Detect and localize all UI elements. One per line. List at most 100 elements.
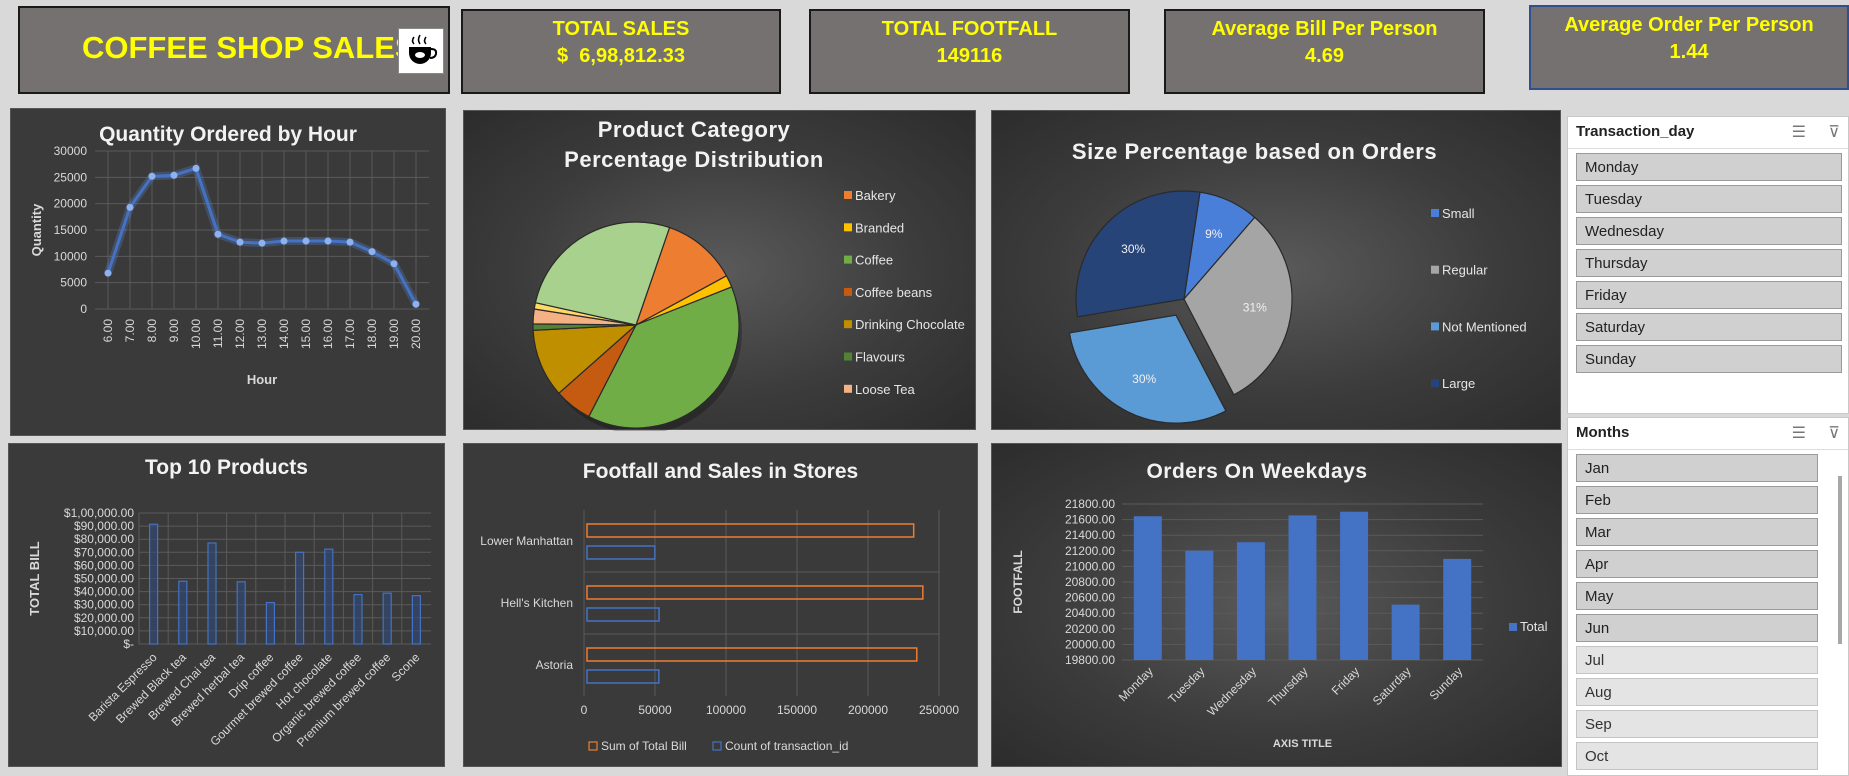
bar: [586, 523, 915, 538]
slicer-item[interactable]: Jan: [1576, 454, 1818, 482]
slicer-item[interactable]: Monday: [1576, 153, 1842, 181]
bar: [353, 594, 363, 645]
legend-swatch: [844, 320, 852, 329]
clear-filter-icon[interactable]: ⊽: [1828, 423, 1840, 443]
dashboard-title: COFFEE SHOP SALES: [82, 30, 416, 65]
legend-label: Regular: [1442, 263, 1488, 278]
slicer-item[interactable]: Mar: [1576, 518, 1818, 546]
chart-top-products[interactable]: Top 10 Products $- $10,000.00 $20,000.00 $3…: [8, 443, 445, 767]
slicer-scrollbar[interactable]: [1838, 476, 1842, 644]
x-tick-label: Saturday: [1370, 664, 1414, 708]
legend-swatch: [1431, 322, 1439, 331]
x-tick-label: Wednesday: [1204, 664, 1259, 719]
kpi-label: Average Order Per Person: [1564, 14, 1814, 36]
bar-chart-svg: 19800.00 20000.0020200.00 20400.0020600.00…: [1011, 497, 1548, 750]
y-tick-label: Astoria: [536, 658, 574, 672]
y-tick-label: 30000: [54, 144, 88, 158]
y-tick-label: 15000: [54, 223, 88, 237]
bar: [1185, 550, 1214, 660]
chart-footfall-sales-stores[interactable]: Footfall and Sales in Stores 0 50000 10000…: [463, 443, 978, 767]
slicer-item[interactable]: May: [1576, 582, 1818, 610]
y-tick-label: 10000: [54, 249, 88, 263]
y-tick-label: 5000: [60, 276, 87, 290]
chart-size-percentage[interactable]: Size Percentage based on Orders 9% 31% 30%…: [991, 110, 1561, 430]
slicer-item[interactable]: Friday: [1576, 281, 1842, 309]
y-tick-label: 20000.00: [1065, 637, 1115, 651]
slicer-item[interactable]: Sunday: [1576, 345, 1842, 373]
legend-swatch: [1431, 209, 1439, 217]
bar: [149, 523, 159, 645]
legend-label: Flavours: [855, 350, 905, 365]
legend-swatch: [588, 741, 598, 751]
legend-swatch: [844, 287, 852, 296]
legend-label: Bakery: [855, 188, 896, 203]
multi-select-icon[interactable]: ☰: [1792, 423, 1806, 443]
slicer-item[interactable]: Thursday: [1576, 249, 1842, 277]
slicer-item[interactable]: Oct: [1576, 742, 1818, 770]
data-point: [368, 248, 376, 256]
legend-label: Branded: [855, 220, 904, 235]
x-tick-label: 17.00: [343, 319, 357, 349]
x-tick-label: 12.00: [233, 319, 247, 349]
y-tick-label: 0: [80, 302, 87, 316]
y-tick-label: $30,000.00: [74, 598, 134, 612]
x-axis-label: AXIS TITLE: [1273, 738, 1332, 750]
kpi-label: TOTAL SALES: [552, 18, 690, 40]
kpi-label: Average Bill Per Person: [1211, 18, 1438, 40]
x-tick-label: 13.00: [255, 319, 269, 349]
data-label: 31%: [1243, 300, 1267, 314]
data-point: [412, 300, 420, 308]
data-point: [390, 260, 398, 268]
data-label: 30%: [1121, 242, 1145, 256]
data-point: [302, 237, 310, 245]
y-tick-label: 21600.00: [1065, 513, 1115, 527]
clear-filter-icon[interactable]: ⊽: [1828, 122, 1840, 142]
bar-chart-svg: $-$10,000.00$20,000.00$30,000.00$40,000.…: [27, 506, 431, 750]
slicer-item[interactable]: Jul: [1576, 646, 1818, 674]
slicer-item[interactable]: Tuesday: [1576, 185, 1842, 213]
y-axis-label: FOOTFALL: [1011, 550, 1025, 613]
slicer-items: Monday Tuesday Wednesday Thursday Friday Satu…: [1568, 153, 1848, 373]
slicer-header: Months ☰ ⊽: [1568, 418, 1848, 450]
x-tick-label: 6.00: [101, 319, 115, 343]
slicer-item[interactable]: Jun: [1576, 614, 1818, 642]
legend-swatch: [1431, 265, 1439, 274]
slicer-item[interactable]: Wednesday: [1576, 217, 1842, 245]
y-tick-label: $1,00,000.00: [64, 506, 134, 520]
legend-label: Coffee beans: [855, 285, 933, 300]
y-axis-label: TOTAL BILL: [27, 541, 42, 615]
slicer-item[interactable]: Aug: [1576, 678, 1818, 706]
slicer-item[interactable]: Feb: [1576, 486, 1818, 514]
x-tick-label: Friday: [1329, 664, 1362, 697]
y-tick-label: $20,000.00: [74, 611, 134, 625]
y-tick-label: 21200.00: [1065, 544, 1115, 558]
y-tick-label: 20000: [54, 197, 88, 211]
chart-quantity-by-hour[interactable]: Quantity Ordered by Hour 0 5000 10000 15000…: [10, 108, 446, 436]
y-tick-label: $50,000.00: [74, 572, 134, 586]
slicer-item[interactable]: Saturday: [1576, 313, 1842, 341]
x-tick-label: 8.00: [145, 319, 159, 343]
data-label: 30%: [1132, 372, 1156, 386]
bar: [1443, 558, 1472, 660]
multi-select-icon[interactable]: ☰: [1792, 122, 1806, 142]
data-point: [126, 203, 134, 211]
kpi-total-sales: TOTAL SALES $ 6,98,812.33: [461, 9, 781, 94]
x-tick-label: 19.00: [387, 319, 401, 349]
x-tick-label: 9.00: [167, 319, 181, 343]
chart-orders-weekdays[interactable]: Orders On Weekdays 19800.00 20000.00 20200…: [991, 443, 1562, 767]
y-tick-label: 21000.00: [1065, 559, 1115, 573]
line-chart-svg: 0 5000 10000 15000 20000 25000 30000 6.00 7.00 8.…: [29, 144, 429, 387]
y-axis-label: Quantity: [29, 203, 44, 256]
slicer-item[interactable]: Apr: [1576, 550, 1818, 578]
slicer-item[interactable]: Sep: [1576, 710, 1818, 738]
x-tick-label: Sunday: [1427, 664, 1466, 703]
pie-chart-svg: Bakery Branded Coffee Coffee beans Drinking …: [532, 188, 965, 431]
bar: [236, 581, 246, 645]
x-axis-label: Hour: [247, 372, 277, 387]
kpi-average-bill: Average Bill Per Person 4.69: [1164, 9, 1485, 94]
data-point: [258, 239, 266, 247]
chart-product-category[interactable]: Product Category Percentage Distribution…: [463, 110, 976, 431]
bar: [1340, 511, 1369, 660]
x-tick-label: Scone: [389, 650, 423, 684]
x-tick-label: 50000: [638, 703, 672, 717]
